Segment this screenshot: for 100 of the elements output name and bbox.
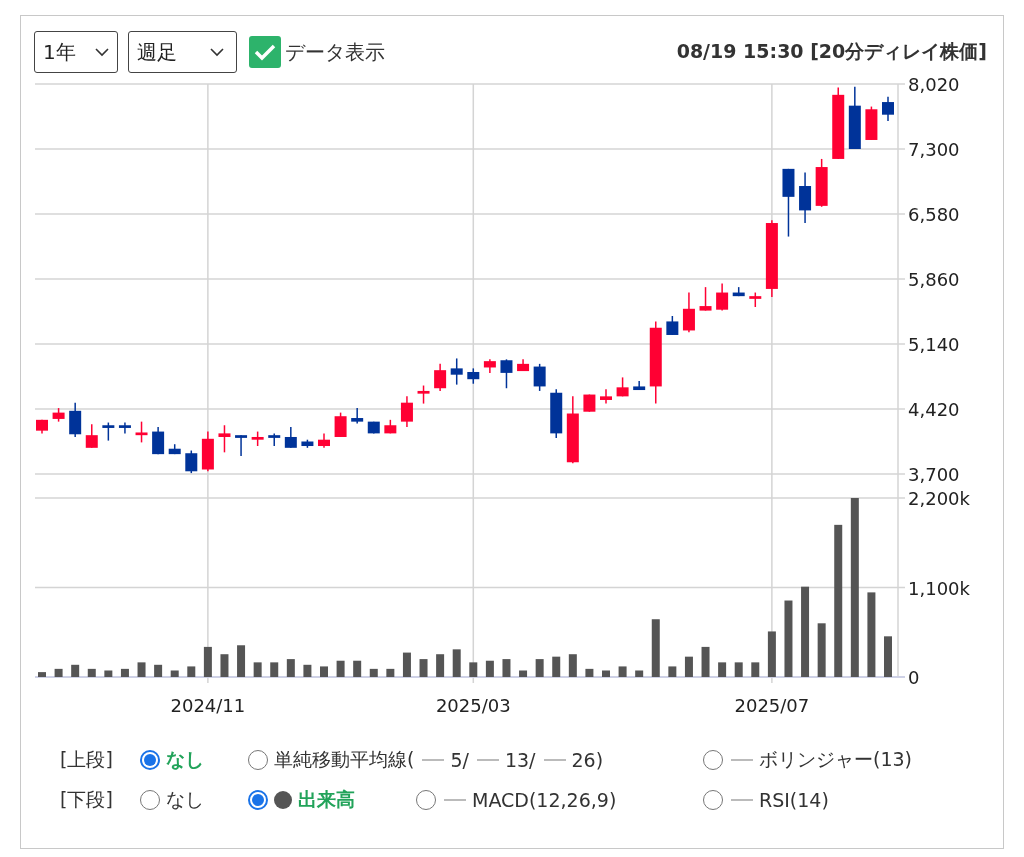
axis-label: 5,860 [908,269,960,290]
candlestick [301,438,314,449]
axis-label: 2025/07 [734,695,810,716]
volume-bar [154,664,163,677]
candlestick [799,171,812,224]
volume-bar [502,659,511,677]
volume-bar [220,654,229,677]
volume-bar [635,670,644,677]
axis-label: 2025/03 [435,695,511,716]
volume-bar [120,668,129,677]
candlestick [583,393,596,413]
volume-bar [618,666,627,677]
option-label: 出来高 [298,787,355,812]
volume-bar [386,668,395,677]
axis-label: 8,020 [908,74,960,95]
candlestick [334,411,347,438]
volume-bar [336,660,345,677]
candlestick [284,426,297,449]
volume-bar [54,668,63,677]
line-swatch-icon [476,759,499,761]
volume-bar [187,666,196,677]
candlestick [152,426,165,455]
candlestick [467,367,480,385]
option-label: 5/ [450,749,469,771]
volume-bar [452,649,461,677]
volume-bar [751,662,760,677]
candlestick [417,384,430,405]
caret-icon [210,47,224,57]
candlestick [434,363,447,392]
volume-bar [104,670,113,677]
option-label: MACD(12,26,9) [472,789,617,811]
volume-bar [701,646,710,677]
axis-label: 2024/11 [170,695,246,716]
candlestick [168,443,181,455]
volume-bar [270,662,279,677]
candlestick [36,419,48,435]
candlestick [682,291,695,333]
volume-bar [734,662,743,677]
radio-button[interactable] [248,790,268,810]
candlestick [633,380,646,391]
volume-bar [320,666,328,677]
axis-label: 0 [908,667,920,688]
checkbox-label: データ表示 [285,38,385,66]
candlestick [882,95,894,122]
volume-bar [237,645,246,677]
radio-button[interactable] [140,790,160,810]
check-icon [254,43,276,61]
caret-icon [95,47,109,57]
volume-bar [602,670,610,677]
candlestick [500,358,513,389]
volume-bar [485,660,494,677]
candlestick [815,158,828,208]
volume-bar [884,636,892,677]
volume-bar [651,619,660,677]
candlestick [268,432,281,447]
volume-bar [519,670,528,677]
candlestick [367,420,380,435]
candlestick [616,376,629,398]
candlestick [732,286,745,297]
candlestick [400,395,413,428]
axis-label: 3,700 [908,464,960,484]
radio-button[interactable] [703,750,723,770]
radio-button[interactable] [140,750,160,770]
data-checkbox[interactable] [249,36,281,68]
candlestick [52,407,65,423]
candlestick [185,449,198,474]
axis-label: 2,200k [908,488,970,509]
candlestick [533,363,546,392]
candlestick [483,358,496,374]
axis-label: 1,100k [908,577,970,599]
dot-icon [274,791,292,809]
candlestick [550,388,563,439]
row-label: [下段] [60,787,114,812]
radio-button[interactable] [703,790,723,810]
volume-bar [436,654,445,677]
candlestick [848,85,861,150]
volume-bar [71,664,80,677]
volume-bar [87,668,96,677]
period-select[interactable]: 1年 [34,31,118,73]
candlestick [749,291,762,308]
interval-select[interactable]: 週足 [128,31,237,73]
volume-bar [137,662,146,677]
option-label: RSI(14) [759,789,829,811]
candlestick [118,421,131,435]
volume-bar [419,659,428,677]
axis-label: 7,300 [908,139,960,160]
candlestick [450,357,463,386]
radio-button[interactable] [248,750,268,770]
candlestick [201,430,214,473]
volume-bar [286,659,295,677]
radio-button[interactable] [416,790,436,810]
option-label: なし [166,747,204,772]
candlestick [69,401,82,438]
volume-bar [552,656,561,677]
candlestick [699,286,712,312]
candlestick [351,407,364,425]
line-swatch-icon [422,759,445,761]
volume-bar [203,646,212,677]
volume-bar [170,670,179,677]
candlestick [666,315,679,336]
